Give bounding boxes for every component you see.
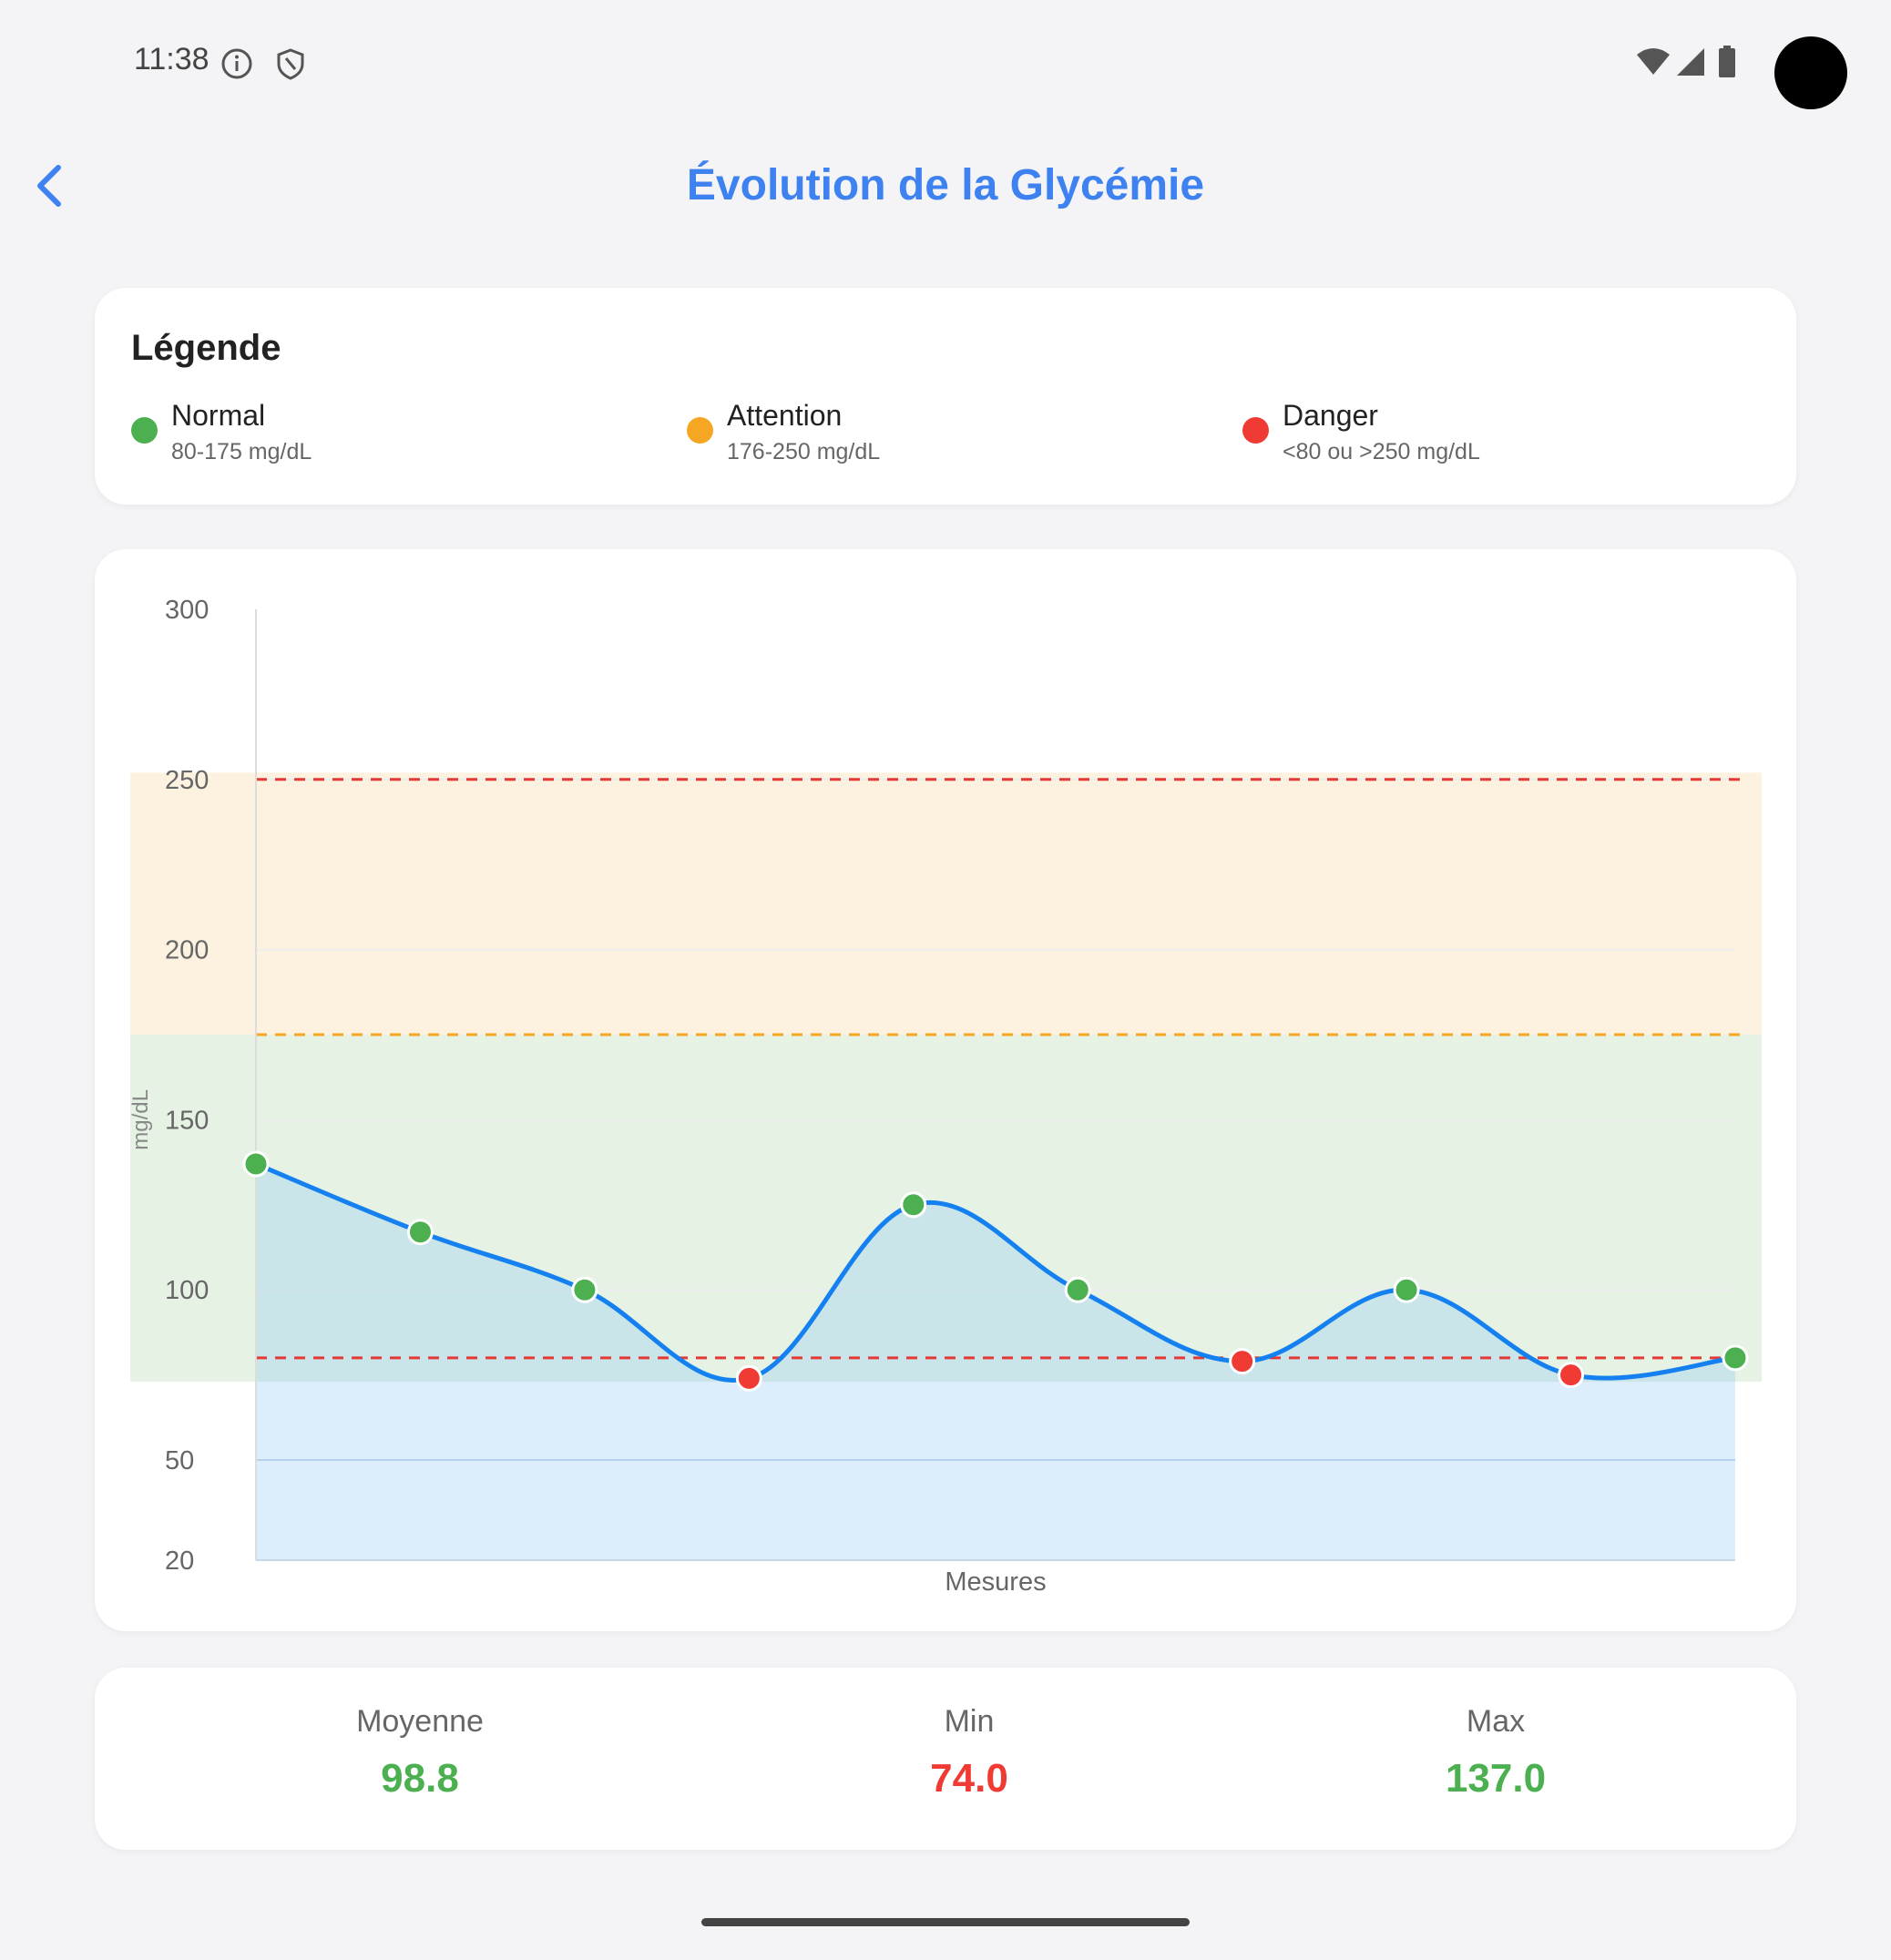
zone-attention: [130, 772, 1762, 1035]
y-axis-label: mg/dL: [128, 1089, 153, 1150]
legend-dot-normal: [131, 417, 158, 444]
y-tick-label: 200: [165, 936, 209, 965]
stat-max: Max 137.0: [1313, 1704, 1678, 1802]
data-point[interactable]: [406, 1219, 434, 1246]
data-point[interactable]: [571, 1276, 598, 1303]
stat-value: 74.0: [930, 1756, 1008, 1801]
home-indicator[interactable]: [701, 1918, 1190, 1926]
legend-label: Attention: [727, 399, 843, 432]
y-tick-label: 50: [165, 1446, 194, 1475]
legend-range: 80-175 mg/dL: [171, 439, 312, 464]
stat-average: Moyenne 98.8: [238, 1704, 602, 1802]
stat-value: 137.0: [1445, 1756, 1547, 1801]
camera-cutout: [1774, 36, 1847, 109]
page-title: Évolution de la Glycémie: [686, 161, 1205, 209]
battery-icon: [1719, 46, 1735, 77]
y-tick-label: 150: [165, 1106, 209, 1135]
stat-value: 98.8: [381, 1756, 459, 1801]
legend-title: Légende: [131, 328, 281, 368]
signal-icon: [1677, 48, 1704, 76]
legend-label: Normal: [171, 399, 266, 432]
legend-range: <80 ou >250 mg/dL: [1283, 439, 1480, 464]
legend-card: Légende Normal 80-175 mg/dL Attention 17…: [95, 288, 1796, 505]
stat-label: Min: [944, 1704, 995, 1739]
data-point[interactable]: [1558, 1362, 1585, 1389]
info-icon: [221, 48, 252, 79]
data-point[interactable]: [1064, 1276, 1091, 1303]
status-time: 11:38: [134, 42, 210, 77]
data-point[interactable]: [735, 1364, 762, 1392]
y-tick-label: 300: [165, 596, 209, 625]
stat-label: Moyenne: [356, 1704, 484, 1739]
legend-range: 176-250 mg/dL: [727, 439, 881, 464]
stat-min: Min 74.0: [787, 1704, 1151, 1802]
data-point[interactable]: [1393, 1276, 1420, 1303]
glucose-chart: 300 250 200 150 100 50 20 Mesures mg/dL: [128, 596, 1762, 1597]
legend-dot-attention: [687, 417, 713, 444]
shield-icon: [277, 48, 304, 80]
legend-dot-danger: [1242, 417, 1269, 444]
data-point[interactable]: [242, 1150, 270, 1178]
y-tick-label: 20: [165, 1547, 194, 1576]
data-point[interactable]: [900, 1191, 927, 1219]
chart-card: 300 250 200 150 100 50 20 Mesures mg/dL: [95, 549, 1796, 1631]
data-point[interactable]: [1722, 1344, 1749, 1372]
y-tick-label: 250: [165, 766, 209, 795]
wifi-icon: [1637, 48, 1670, 75]
x-axis-label: Mesures: [945, 1567, 1046, 1597]
stats-card: Moyenne 98.8 Min 74.0 Max 137.0: [95, 1668, 1796, 1850]
data-point[interactable]: [1229, 1348, 1256, 1375]
y-tick-label: 100: [165, 1276, 209, 1305]
legend-label: Danger: [1283, 399, 1378, 432]
stat-label: Max: [1466, 1704, 1526, 1739]
